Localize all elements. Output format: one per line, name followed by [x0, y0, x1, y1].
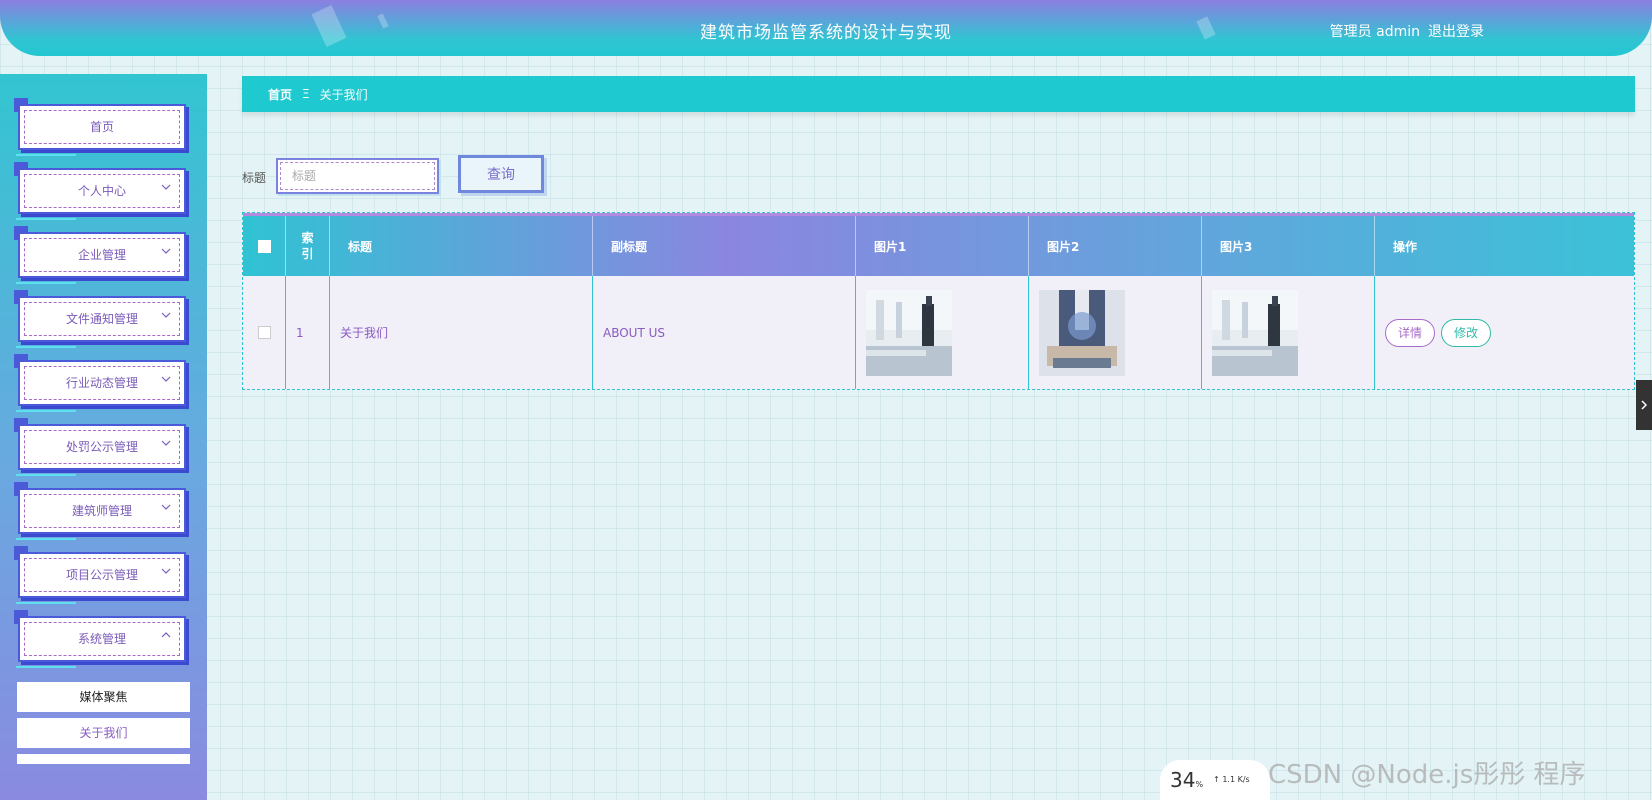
sidebar: 首页 个人中心 企业管理 文件通知管理 行业动态管理 处罚公示管理 建筑师管理 …	[0, 74, 207, 800]
search-button[interactable]: 查询	[458, 155, 544, 193]
search-label: 标题	[242, 171, 267, 185]
chevron-down-icon	[161, 568, 171, 574]
cell-index: 1	[296, 325, 304, 340]
meeting-room-image	[1212, 289, 1298, 376]
chevron-down-icon	[161, 440, 171, 446]
cell-subtitle: ABOUT US	[603, 325, 666, 340]
header-image3: 图片3	[1202, 216, 1375, 276]
search-input[interactable]	[276, 158, 439, 194]
submenu-item-partial	[17, 754, 190, 764]
sidebar-item-label: 首页	[89, 120, 114, 134]
menu-line	[16, 410, 76, 412]
row-checkbox[interactable]	[257, 326, 271, 339]
row-title: 关于我们	[330, 276, 593, 389]
chevron-down-icon	[161, 504, 171, 510]
sidebar-item-architects[interactable]: 建筑师管理	[14, 482, 188, 540]
header-label: 图片1	[874, 239, 907, 254]
header-select-all[interactable]	[243, 216, 286, 276]
breadcrumb: 首页 Ξ 关于我们	[242, 76, 1635, 112]
header-label: 标题	[348, 239, 373, 254]
business-tablet-image	[1039, 289, 1125, 376]
breadcrumb-current: 关于我们	[319, 87, 368, 102]
row-image2	[1029, 276, 1202, 389]
row-image3	[1202, 276, 1375, 389]
header-label: 图片3	[1220, 239, 1253, 254]
cell-title: 关于我们	[340, 326, 389, 340]
admin-user-label: 管理员 admin	[1329, 24, 1420, 40]
detail-button[interactable]: 详情	[1385, 318, 1436, 347]
breadcrumb-separator: Ξ	[302, 87, 310, 101]
sidebar-item-notices[interactable]: 文件通知管理	[14, 290, 188, 348]
percent-unit: %	[1195, 780, 1204, 789]
sidebar-item-enterprise[interactable]: 企业管理	[14, 226, 188, 284]
menu-line	[16, 538, 76, 540]
breadcrumb-home[interactable]: 首页	[268, 86, 292, 103]
table-header: 索引 标题 副标题 图片1 图片2 图片3 操作	[243, 213, 1634, 276]
chevron-right-icon	[1641, 400, 1648, 410]
upload-rate-value: 1.1 K/s	[1222, 775, 1250, 784]
side-toggle[interactable]	[1636, 380, 1652, 430]
chevron-down-icon	[161, 312, 171, 318]
header-title: 标题	[330, 216, 593, 276]
data-table: 索引 标题 副标题 图片1 图片2 图片3 操作 1 关于我们 ABOUT US…	[242, 212, 1635, 390]
percent-value: 34	[1170, 768, 1196, 792]
cpu-percent: 34%	[1170, 768, 1203, 792]
header-image1: 图片1	[856, 216, 1029, 276]
sidebar-item-home[interactable]: 首页	[14, 98, 188, 156]
sidebar-item-system[interactable]: 系统管理	[14, 610, 188, 668]
menu-line	[16, 474, 76, 476]
chevron-down-icon	[161, 248, 171, 254]
row-select[interactable]	[243, 276, 286, 389]
sidebar-item-industry-news[interactable]: 行业动态管理	[14, 354, 188, 412]
menu-line	[16, 154, 76, 156]
row-subtitle: ABOUT US	[593, 276, 856, 389]
header-label: 图片2	[1047, 239, 1080, 254]
chevron-down-icon	[161, 376, 171, 382]
sidebar-item-profile[interactable]: 个人中心	[14, 162, 188, 220]
sidebar-item-projects[interactable]: 项目公示管理	[14, 546, 188, 604]
edit-button[interactable]: 修改	[1441, 318, 1492, 347]
network-speed-widget: 34% ↑ 1.1 K/s	[1160, 760, 1270, 800]
menu-line	[16, 218, 76, 220]
row-actions: 详情 修改	[1375, 276, 1634, 389]
meeting-room-image	[866, 289, 952, 376]
sidebar-item-penalties[interactable]: 处罚公示管理	[14, 418, 188, 476]
select-all-checkbox[interactable]	[257, 239, 271, 253]
menu-line	[16, 282, 76, 284]
header-actions: 操作	[1375, 216, 1634, 276]
chevron-down-icon	[161, 184, 171, 190]
menu-line	[16, 666, 76, 668]
menu-line	[16, 602, 76, 604]
table-row: 1 关于我们 ABOUT US 详情 修改	[243, 276, 1634, 389]
watermark: CSDN @Node.js彤彤 程序	[1268, 760, 1586, 790]
header-image2: 图片2	[1029, 216, 1202, 276]
header-label: 副标题	[611, 239, 648, 254]
submenu-item-media[interactable]: 媒体聚焦	[17, 682, 190, 712]
user-area: 管理员 admin 退出登录	[1330, 21, 1484, 41]
top-header: 建筑市场监管系统的设计与实现 管理员 admin 退出登录	[0, 0, 1652, 56]
header-label: 操作	[1393, 239, 1418, 254]
submenu-item-about[interactable]: 关于我们	[17, 718, 190, 748]
menu-line	[16, 346, 76, 348]
logout-link[interactable]: 退出登录	[1428, 21, 1484, 41]
header-label: 索引	[301, 231, 314, 261]
header-subtitle: 副标题	[593, 216, 856, 276]
upload-rate: ↑ 1.1 K/s	[1213, 775, 1250, 784]
row-index: 1	[286, 276, 330, 389]
header-index: 索引	[286, 216, 330, 276]
chevron-up-icon	[161, 632, 171, 638]
row-image1	[856, 276, 1029, 389]
